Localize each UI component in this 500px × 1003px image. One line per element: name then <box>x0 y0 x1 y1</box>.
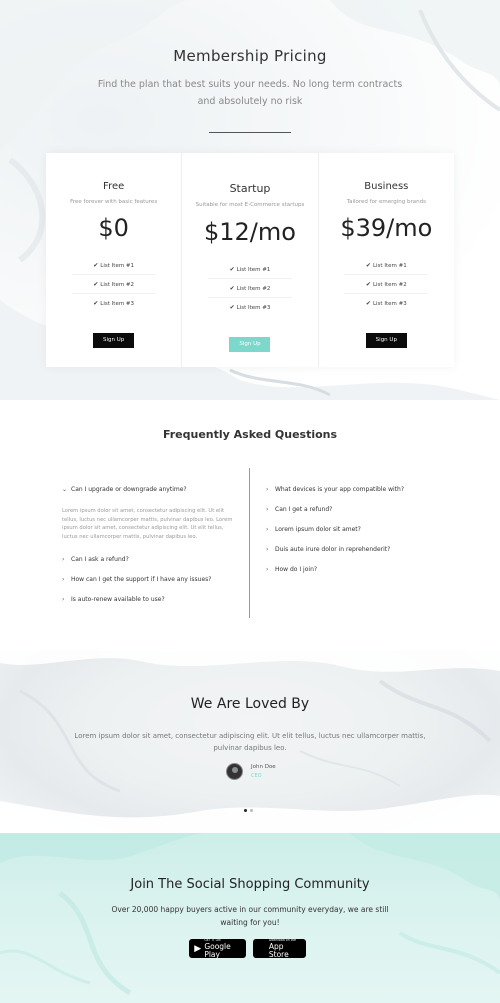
plan-price: $12/mo <box>204 218 296 246</box>
check-icon: ✔ <box>93 281 99 288</box>
plan-feature: ✔ List Item #1 <box>71 256 156 275</box>
faq-question[interactable]: › Duis aute irure dolor in reprehenderit? <box>266 541 446 561</box>
pricing-cards: Free Free forever with basic features $0… <box>46 153 454 367</box>
plan-card-free: Free Free forever with basic features $0… <box>46 153 181 367</box>
plan-feature: ✔ List Item #2 <box>207 279 292 298</box>
plan-feature: ✔ List Item #2 <box>344 275 429 294</box>
google-play-icon: ▶ <box>194 943 202 954</box>
faq-answer: Lorem ipsum dolor sit amet, consectetur … <box>62 508 233 540</box>
plan-feature: ✔ List Item #1 <box>207 260 292 279</box>
faq-question[interactable]: ⌄ Can I upgrade or downgrade anytime? <box>62 481 242 501</box>
testimonials-section: We Are Loved By Lorem ipsum dolor sit am… <box>0 651 500 833</box>
testimonial-role: CEO <box>251 773 262 779</box>
testimonial-name: John Doe <box>251 764 276 770</box>
faq-question[interactable]: › Can I ask a refund? <box>62 551 242 571</box>
faq-column-left: ⌄ Can I upgrade or downgrade anytime? Lor… <box>62 481 242 611</box>
plan-card-business: Business Tailored for emerging brands $3… <box>317 153 454 367</box>
chevron-right-icon: › <box>266 546 269 553</box>
carousel-dot-1[interactable] <box>244 809 247 812</box>
check-icon: ✔ <box>365 262 371 269</box>
google-play-button[interactable]: ▶ GET IT ON Google Play <box>189 938 246 959</box>
sign-up-button-free[interactable]: Sign Up <box>93 333 135 348</box>
community-title: Join The Social Shopping Community <box>130 877 370 892</box>
check-icon: ✔ <box>93 300 99 307</box>
check-icon: ✔ <box>93 262 99 269</box>
carousel-dot-2[interactable] <box>250 809 253 812</box>
pricing-subtitle: Find the plan that best suits your needs… <box>97 79 403 107</box>
avatar <box>226 763 243 780</box>
testimonials-title: We Are Loved By <box>190 696 310 712</box>
sign-up-button-startup[interactable]: Sign Up <box>229 337 271 352</box>
pricing-section: Membership Pricing Find the plan that be… <box>0 0 500 400</box>
plan-name: Free <box>103 181 125 192</box>
plan-card-startup: Startup Suitable for most E-Commerce sta… <box>181 153 317 367</box>
chevron-right-icon: › <box>266 506 269 513</box>
faq-question[interactable]: › What devices is your app compatible wit… <box>266 481 446 501</box>
check-icon: ✔ <box>365 281 371 288</box>
plan-feature: ✔ List Item #1 <box>344 256 429 275</box>
community-section: Join The Social Shopping Community Over … <box>0 833 500 1003</box>
plan-feature: ✔ List Item #3 <box>365 300 407 307</box>
app-store-button[interactable]: Download on the App Store <box>253 938 306 959</box>
check-icon: ✔ <box>229 304 235 311</box>
faq-divider <box>249 468 250 618</box>
check-icon: ✔ <box>365 300 371 307</box>
plan-price: $39/mo <box>340 214 433 242</box>
app-store-label: App Store <box>268 942 289 959</box>
faq-question[interactable]: › Can I get a refund? <box>266 501 446 521</box>
chevron-right-icon: › <box>62 556 65 564</box>
faq-question[interactable]: › Lorem ipsum dolor sit amet? <box>266 521 446 541</box>
plan-feature: ✔ List Item #3 <box>229 304 271 311</box>
plan-name: Business <box>364 181 409 192</box>
plan-feature-list: ✔ List Item #1 ✔ List Item #2 ✔ List Item #… <box>344 256 429 313</box>
plan-feature: ✔ List Item #2 <box>71 275 156 294</box>
plan-name: Startup <box>229 182 271 195</box>
sign-up-button-business[interactable]: Sign Up <box>365 333 407 348</box>
faq-question[interactable]: › How can I get the support if I have any… <box>62 571 242 591</box>
chevron-right-icon: › <box>266 486 269 493</box>
carousel-dots <box>244 797 256 816</box>
plan-feature-list: ✔ List Item #1 ✔ List Item #2 ✔ List Item #… <box>71 256 156 313</box>
google-play-label: Google Play <box>204 942 231 959</box>
chevron-right-icon: › <box>62 576 65 584</box>
title-divider <box>209 132 291 133</box>
testimonial-quote: Lorem ipsum dolor sit amet, consectetur … <box>74 732 426 752</box>
chevron-right-icon: › <box>266 566 269 573</box>
plan-price: $0 <box>98 214 129 242</box>
plan-feature: ✔ List Item #3 <box>93 300 135 307</box>
check-icon: ✔ <box>229 266 235 273</box>
faq-title: Frequently Asked Questions <box>162 428 338 441</box>
faq-question[interactable]: › How do I join? <box>266 561 446 581</box>
plan-description: Tailored for emerging brands <box>346 199 426 205</box>
chevron-right-icon: › <box>62 596 65 604</box>
faq-question[interactable]: › Is auto-renew available to use? <box>62 591 242 611</box>
community-description: Over 20,000 happy buyers active in our c… <box>111 905 389 927</box>
plan-feature-list: ✔ List Item #1 ✔ List Item #2 ✔ List Item #… <box>207 260 292 317</box>
check-icon: ✔ <box>229 285 235 292</box>
chevron-down-icon: ⌄ <box>62 486 68 493</box>
plan-description: Suitable for most E-Commerce startups <box>195 202 305 208</box>
faq-column-right: › What devices is your app compatible wit… <box>266 481 446 581</box>
chevron-right-icon: › <box>266 526 269 533</box>
plan-description: Free forever with basic features <box>70 199 158 205</box>
pricing-title: Membership Pricing <box>173 47 327 65</box>
